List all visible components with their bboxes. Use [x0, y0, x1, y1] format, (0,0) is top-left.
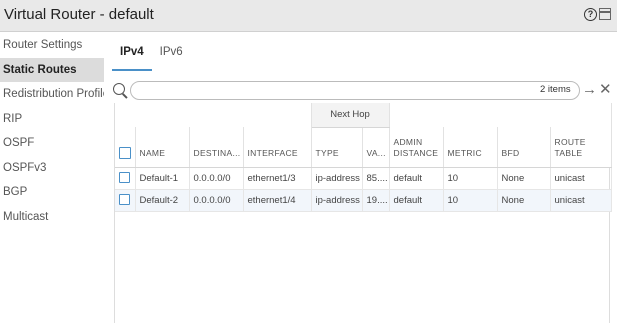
cell-type: ip-address: [311, 167, 363, 190]
sidebar: Router Settings Static Routes Redistribu…: [0, 33, 104, 323]
close-icon[interactable]: ✕: [599, 81, 612, 99]
cell-metric: 10: [443, 167, 498, 190]
table-row[interactable]: Default-2 0.0.0.0/0 ethernet1/4 ip-addre…: [115, 189, 612, 212]
cell-type: ip-address: [311, 189, 363, 212]
cell-bfd: None: [497, 189, 551, 212]
column-header-name[interactable]: NAME: [135, 127, 190, 168]
cell-name[interactable]: Default-1: [135, 167, 190, 190]
sidebar-item-rip[interactable]: RIP: [0, 107, 104, 132]
cell-value: 85....: [362, 167, 390, 190]
window-restore-icon[interactable]: [599, 8, 611, 20]
cell-destination: 0.0.0.0/0: [189, 189, 244, 212]
column-header-destination[interactable]: DESTINA...: [189, 127, 244, 168]
row-checkbox[interactable]: [119, 194, 130, 206]
tab-ipv4[interactable]: IPv4: [112, 41, 152, 71]
column-header-interface[interactable]: INTERFACE: [243, 127, 312, 168]
search-row: 2 items → ✕: [110, 81, 615, 101]
sidebar-item-static-routes[interactable]: Static Routes: [0, 57, 104, 82]
help-icon[interactable]: ?: [584, 8, 597, 21]
column-header-type[interactable]: TYPE: [311, 127, 363, 168]
next-hop-group-header: Next Hop: [311, 103, 390, 128]
cell-bfd: None: [497, 167, 551, 190]
column-header-metric[interactable]: METRIC: [443, 127, 498, 168]
routes-table: Next Hop NAME DESTINA... INTERFACE TYPE …: [114, 103, 612, 323]
search-icon[interactable]: [113, 83, 125, 95]
column-header-route-table[interactable]: ROUTE TABLE: [550, 127, 612, 168]
items-count: 2 items: [540, 84, 571, 95]
sidebar-item-ospfv3[interactable]: OSPFv3: [0, 156, 104, 181]
tab-bar: IPv4 IPv6: [112, 41, 191, 71]
column-header-admin-distance[interactable]: ADMIN DISTANCE: [389, 127, 444, 168]
column-header-bfd[interactable]: BFD: [497, 127, 551, 168]
cell-metric: 10: [443, 189, 498, 212]
cell-name[interactable]: Default-2: [135, 189, 190, 212]
cell-interface: ethernet1/4: [243, 189, 312, 212]
column-header-value[interactable]: VA...: [362, 127, 390, 168]
sidebar-item-ospf[interactable]: OSPF: [0, 131, 104, 156]
cell-admin-distance: default: [389, 189, 444, 212]
cell-interface: ethernet1/3: [243, 167, 312, 190]
cell-route-table: unicast: [550, 167, 612, 190]
table-row[interactable]: Default-1 0.0.0.0/0 ethernet1/3 ip-addre…: [115, 167, 612, 190]
window-title: Virtual Router - default: [4, 6, 154, 23]
tab-ipv6[interactable]: IPv6: [152, 41, 191, 71]
sidebar-item-bgp[interactable]: BGP: [0, 180, 104, 205]
sidebar-item-multicast[interactable]: Multicast: [0, 205, 104, 230]
title-bar: Virtual Router - default ?: [0, 0, 617, 32]
cell-destination: 0.0.0.0/0: [189, 167, 244, 190]
main-panel: IPv4 IPv6 2 items → ✕ Next Hop NAME DEST…: [108, 33, 617, 323]
arrow-right-icon[interactable]: →: [582, 81, 597, 99]
cell-admin-distance: default: [389, 167, 444, 190]
sidebar-item-redistribution-profile[interactable]: Redistribution Profile: [0, 82, 104, 107]
cell-route-table: unicast: [550, 189, 612, 212]
select-all-checkbox[interactable]: [119, 146, 131, 159]
cell-value: 19....: [362, 189, 390, 212]
row-checkbox[interactable]: [119, 172, 130, 184]
sidebar-item-router-settings[interactable]: Router Settings: [0, 33, 104, 58]
search-input[interactable]: [130, 81, 580, 100]
